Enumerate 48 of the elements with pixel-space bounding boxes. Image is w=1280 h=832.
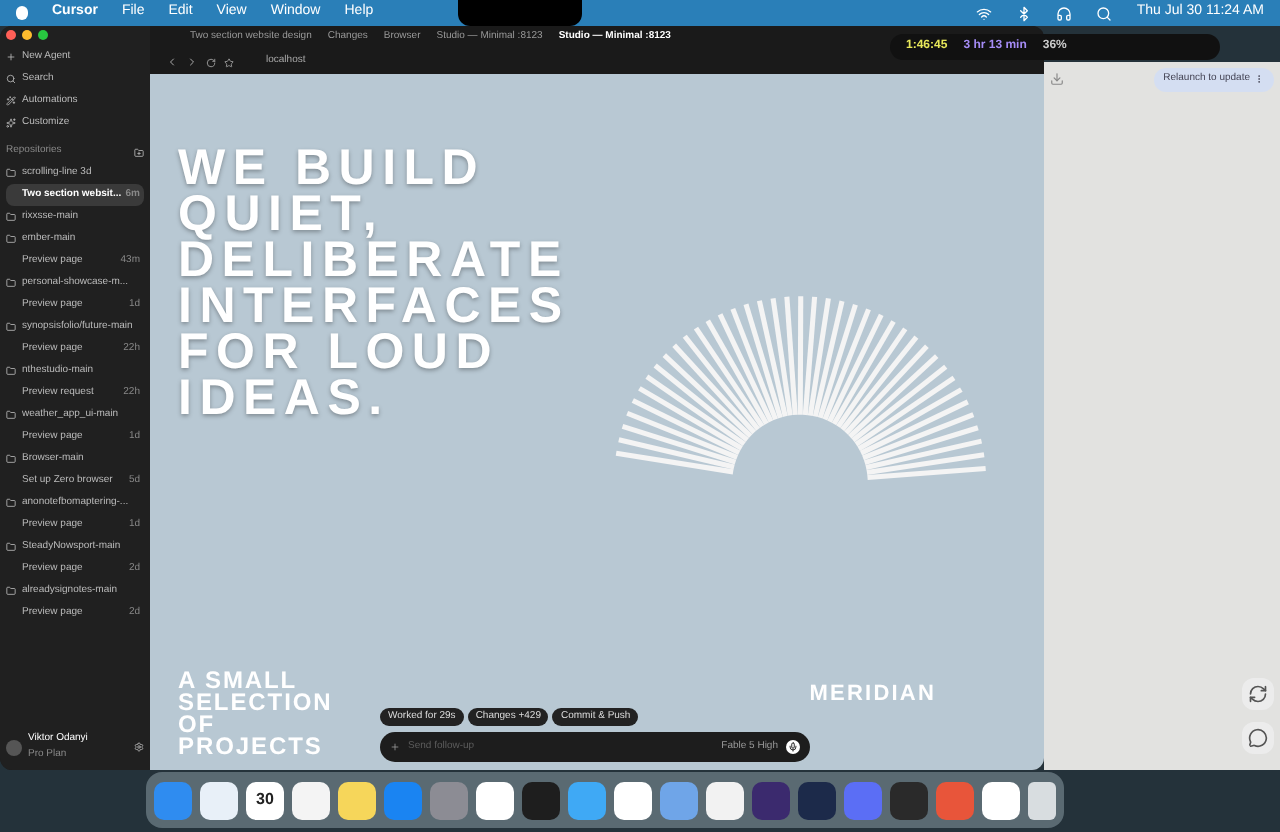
app-icon[interactable]: 30 [246,781,284,819]
app-icon[interactable] [292,781,330,819]
add-folder-icon[interactable] [134,147,144,157]
app-icon[interactable] [476,781,514,819]
forward-icon[interactable] [186,56,198,68]
folder-icon [6,498,16,508]
chat-icon[interactable] [1242,722,1274,754]
app-icon[interactable] [706,781,744,819]
folder-icon [6,168,16,178]
projects-heading: A SMALL SELECTION OF PROJECTS [178,670,335,758]
avatar[interactable] [6,739,22,755]
hero-headline: WE BUILD QUIET, DELIBERATE INTERFACES FOR LOUD IDEAS. [178,146,572,422]
bluetooth-icon[interactable] [1016,5,1033,21]
folder-icon [6,454,16,464]
folder-icon [6,366,16,376]
app-icon[interactable] [982,781,1020,819]
star-icon[interactable] [224,57,234,67]
folder-icon [6,212,16,222]
folder-icon [6,410,16,420]
folder-icon [6,542,16,552]
download-icon[interactable] [1050,72,1064,87]
sync-icon[interactable] [1242,678,1274,710]
app-icon[interactable] [614,781,652,819]
back-icon[interactable] [166,56,178,68]
mic-icon[interactable] [786,740,800,754]
folder-icon [6,322,16,332]
add-icon[interactable] [390,742,400,752]
wifi-icon[interactable] [976,5,993,21]
action-icon [6,52,16,62]
headphones-icon[interactable] [1056,5,1073,21]
project-title: MERIDIAN [809,679,936,709]
reload-icon[interactable] [206,57,216,67]
app-icon[interactable] [798,781,836,819]
folder-icon [6,586,16,596]
app-icon[interactable] [338,781,376,819]
app-icon[interactable] [200,781,238,819]
app-icon[interactable] [890,781,928,819]
app-icon[interactable] [522,781,560,819]
app-icon[interactable] [752,781,790,819]
action-icon [6,74,16,84]
action-icon [6,118,16,128]
action-icon [6,96,16,106]
trash-icon[interactable] [1028,781,1056,819]
search-icon[interactable] [1096,5,1113,21]
notch [457,0,582,26]
settings-icon[interactable] [134,742,144,752]
folder-icon [6,278,16,288]
folder-icon [6,234,16,244]
